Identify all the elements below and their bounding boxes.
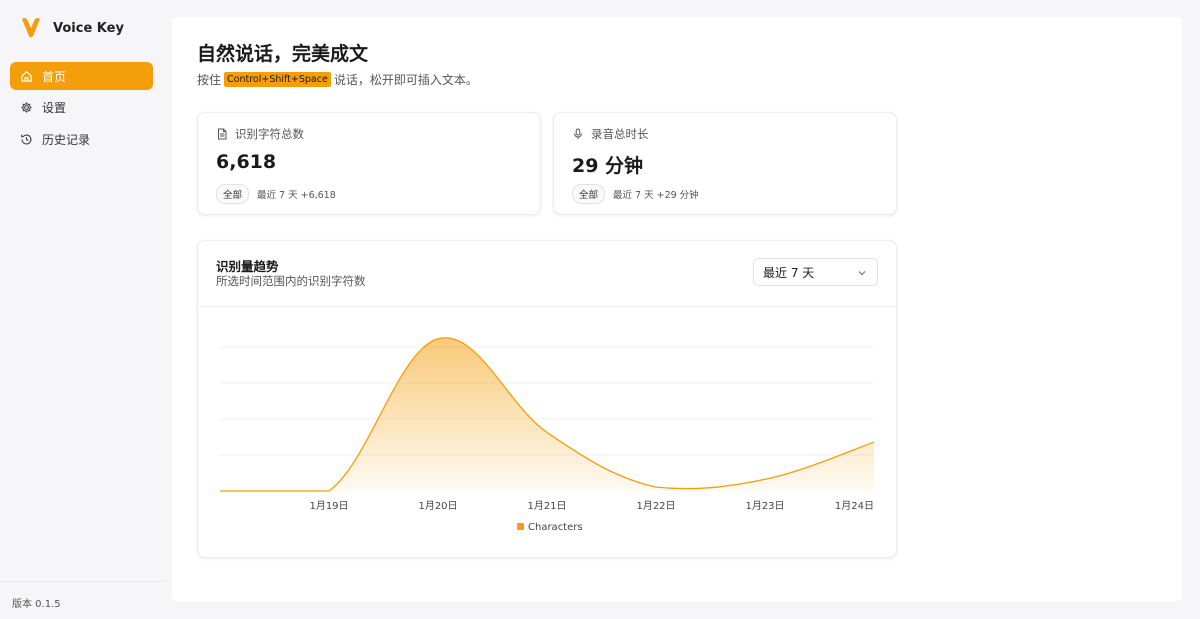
sidebar-nav: 首页 设置 历史记录 bbox=[10, 62, 153, 157]
subtitle-suffix: 说话，松开即可插入文本。 bbox=[333, 73, 478, 87]
voice-key-logo-icon bbox=[22, 18, 40, 38]
hotkey-badge: Control+Shift+Space bbox=[224, 72, 331, 87]
history-icon bbox=[21, 133, 32, 144]
range-select[interactable]: 最近 7 天 bbox=[753, 258, 878, 286]
range-select-value: 最近 7 天 bbox=[763, 265, 815, 280]
document-icon bbox=[218, 128, 227, 140]
x-tick-label: 1月23日 bbox=[745, 500, 784, 512]
page-subtitle: 按住 Control+Shift+Space 说话，松开即可插入文本。 bbox=[197, 71, 478, 88]
gear-icon bbox=[21, 102, 32, 113]
trend-chart: 1月19日 1月20日 1月21日 1月22日 1月23日 1月24日 Characters bbox=[219, 337, 875, 533]
stat-label-text: 录音总时长 bbox=[591, 127, 649, 141]
microphone-icon bbox=[574, 128, 582, 139]
chart-subtitle: 所选时间范围内的识别字符数 bbox=[216, 274, 366, 288]
sidebar-item-history[interactable]: 历史记录 bbox=[10, 125, 153, 153]
sidebar-divider bbox=[0, 581, 163, 582]
x-tick-label: 1月22日 bbox=[636, 500, 675, 512]
sidebar-item-settings[interactable]: 设置 bbox=[10, 94, 153, 122]
sidebar-item-label: 历史记录 bbox=[42, 132, 91, 147]
stat-label: 录音总时长 bbox=[572, 126, 649, 142]
chevron-down-icon bbox=[858, 271, 866, 276]
stat-value: 29 分钟 bbox=[572, 155, 644, 177]
area-fill bbox=[220, 337, 874, 491]
x-tick-label: 1月24日 bbox=[835, 500, 874, 512]
stat-footer: 全部 最近 7 天 +29 分钟 bbox=[572, 184, 699, 204]
brand: Voice Key bbox=[20, 16, 124, 40]
legend-swatch bbox=[517, 523, 524, 530]
x-tick-label: 1月21日 bbox=[527, 500, 566, 512]
stat-recent: 最近 7 天 +29 分钟 bbox=[613, 190, 699, 201]
stat-badge: 全部 bbox=[572, 184, 606, 204]
stat-card-duration: 录音总时长 29 分钟 全部 最近 7 天 +29 分钟 bbox=[553, 112, 897, 215]
stat-label: 识别字符总数 bbox=[216, 126, 304, 142]
sidebar-item-home[interactable]: 首页 bbox=[10, 62, 153, 90]
version-label: 版本 0.1.5 bbox=[12, 599, 61, 610]
sidebar-item-label: 设置 bbox=[42, 101, 67, 115]
stat-card-characters: 识别字符总数 6,618 全部 最近 7 天 +6,618 bbox=[197, 112, 541, 215]
stat-badge: 全部 bbox=[216, 184, 250, 204]
app-name: Voice Key bbox=[53, 20, 124, 36]
x-tick-label: 1月20日 bbox=[418, 500, 457, 512]
home-icon bbox=[21, 70, 32, 82]
page-title: 自然说话，完美成文 bbox=[197, 43, 369, 65]
sidebar: Voice Key 首页 设置 历史记录 版本 0.1.5 bbox=[0, 0, 163, 619]
subtitle-prefix: 按住 bbox=[197, 73, 222, 87]
stat-recent: 最近 7 天 +6,618 bbox=[257, 190, 336, 201]
sidebar-item-label: 首页 bbox=[42, 69, 67, 84]
trend-chart-card: 识别量趋势 所选时间范围内的识别字符数 最近 7 天 1月19日 1月20日 1月2… bbox=[197, 240, 897, 558]
legend-label: Characters bbox=[528, 522, 583, 533]
x-tick-label: 1月19日 bbox=[309, 500, 348, 512]
main-content: 自然说话，完美成文 按住 Control+Shift+Space 说话，松开即可… bbox=[172, 17, 1182, 601]
stat-label-text: 识别字符总数 bbox=[235, 127, 304, 141]
stat-footer: 全部 最近 7 天 +6,618 bbox=[216, 184, 336, 204]
stat-value: 6,618 bbox=[216, 151, 277, 173]
